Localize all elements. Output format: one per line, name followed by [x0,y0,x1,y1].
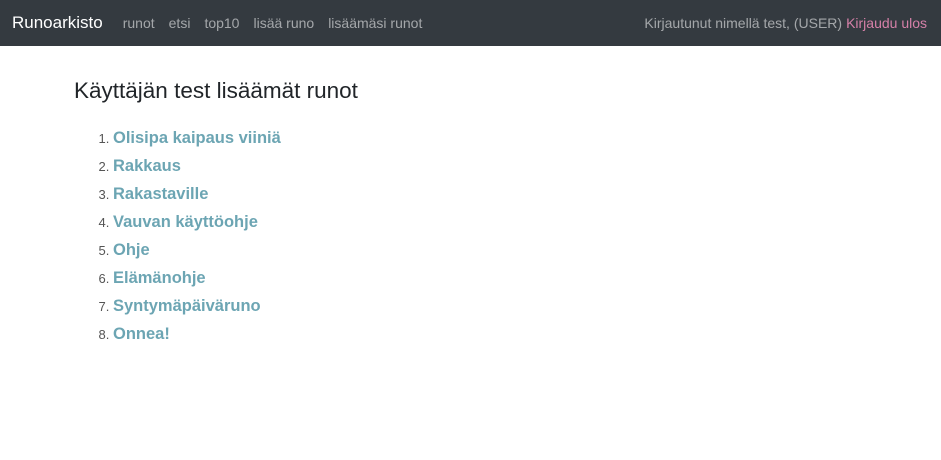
list-item: Rakastaville [113,180,941,208]
list-item: Vauvan käyttöohje [113,208,941,236]
poem-link[interactable]: Olisipa kaipaus viiniä [113,129,281,147]
poem-link[interactable]: Ohje [113,241,150,259]
poem-link[interactable]: Elämänohje [113,269,206,287]
poem-list: Olisipa kaipaus viiniä Rakkaus Rakastavi… [74,124,941,348]
user-area: Kirjautunut nimellä test, (USER) Kirjaud… [644,0,927,46]
poem-link[interactable]: Rakkaus [113,157,181,175]
list-item: Ohje [113,236,941,264]
brand-link[interactable]: Runoarkisto [12,13,103,33]
list-item: Elämänohje [113,264,941,292]
top-navbar: Runoarkisto runot etsi top10 lisää runo … [0,0,941,46]
poem-link[interactable]: Rakastaville [113,185,208,203]
poem-link[interactable]: Vauvan käyttöohje [113,213,258,231]
poem-link[interactable]: Syntymäpäiväruno [113,297,261,315]
nav-link-etsi[interactable]: etsi [169,15,191,31]
list-item: Rakkaus [113,152,941,180]
page-title: Käyttäjän test lisäämät runot [74,78,358,103]
logout-link[interactable]: Kirjaudu ulos [846,15,927,31]
nav-links: runot etsi top10 lisää runo lisäämäsi ru… [123,15,437,31]
nav-link-runot[interactable]: runot [123,15,155,31]
nav-link-lisaa-runo[interactable]: lisää runo [253,15,314,31]
poem-link[interactable]: Onnea! [113,325,170,343]
list-item: Olisipa kaipaus viiniä [113,124,941,152]
list-item: Syntymäpäiväruno [113,292,941,320]
nav-link-lisaamasi-runot[interactable]: lisäämäsi runot [328,15,422,31]
main-content: Käyttäjän test lisäämät runot Olisipa ka… [0,46,941,348]
list-item: Onnea! [113,320,941,348]
login-status: Kirjautunut nimellä test, (USER) [644,15,843,31]
nav-link-top10[interactable]: top10 [204,15,239,31]
